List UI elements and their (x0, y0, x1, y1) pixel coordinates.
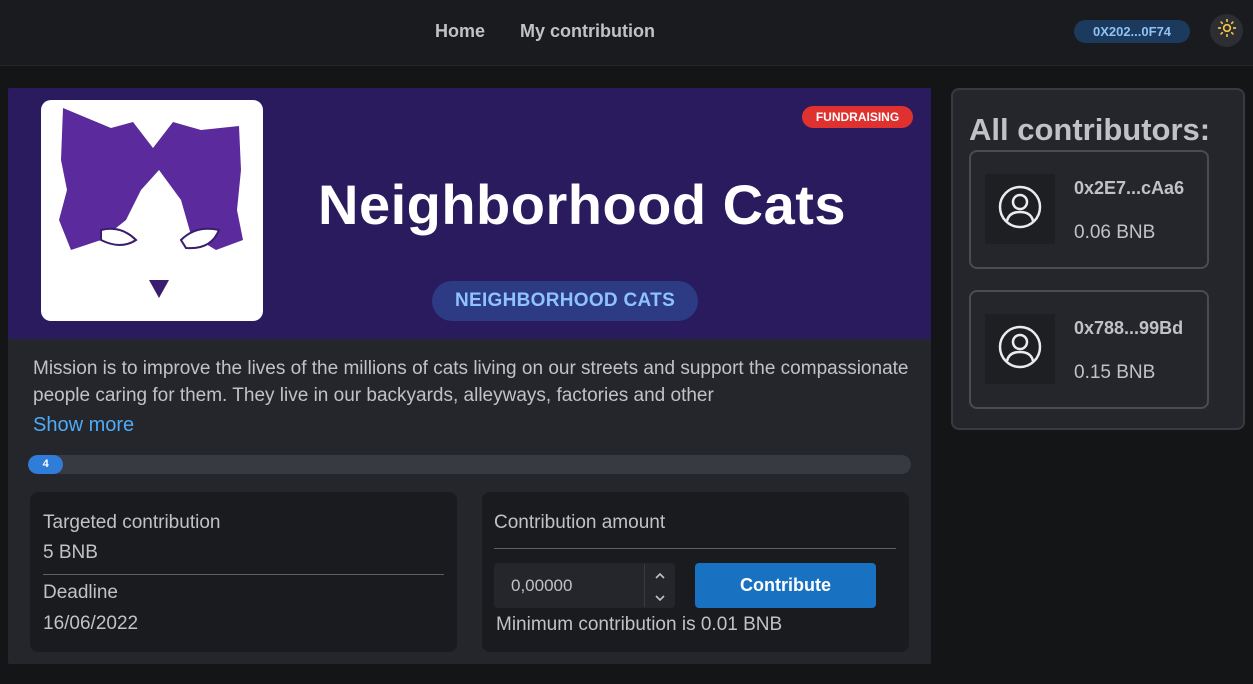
contributors-title: All contributors: (969, 112, 1211, 147)
contribute-divider (494, 548, 896, 549)
contributor-card[interactable]: 0x788...99Bd 0.15 BNB (969, 290, 1209, 409)
avatar (985, 174, 1055, 244)
contributor-amount: 0.15 BNB (1074, 362, 1156, 383)
banner-title: Neighborhood Cats (318, 173, 847, 236)
progress-fill: 4 (28, 455, 64, 474)
top-navbar: Home My contribution 0X202...0F74 (0, 0, 1253, 66)
nav-home-link[interactable]: Home (435, 21, 485, 42)
cat-logo-image (41, 100, 263, 321)
contribute-button[interactable]: Contribute (695, 563, 876, 608)
targeted-contribution-value: 5 BNB (43, 542, 98, 563)
contribution-amount-label: Contribution amount (494, 512, 666, 533)
targeted-contribution-label: Targeted contribution (43, 512, 221, 533)
avatar (985, 314, 1055, 384)
campaign-info-panel: Targeted contribution 5 BNB Deadline 16/… (30, 492, 457, 652)
contributor-card[interactable]: 0x2E7...cAa6 0.06 BNB (969, 150, 1209, 269)
wallet-address-button[interactable]: 0X202...0F74 (1074, 20, 1190, 43)
contributors-panel: All contributors: 0x2E7...cAa6 0.06 BNB (951, 88, 1245, 430)
status-badge: FUNDRAISING (802, 106, 913, 128)
deadline-label: Deadline (43, 582, 118, 603)
campaign-banner: Neighborhood Cats NEIGHBORHOOD CATS FUND… (8, 88, 931, 339)
nav-my-contribution-link[interactable]: My contribution (520, 21, 655, 42)
deadline-value: 16/06/2022 (43, 613, 139, 634)
sun-icon (1217, 18, 1237, 43)
funding-progress-bar: 4 (28, 455, 911, 474)
campaign-name-pill: NEIGHBORHOOD CATS (432, 281, 698, 321)
amount-stepper (644, 564, 674, 607)
theme-toggle-button[interactable] (1210, 14, 1243, 47)
show-more-link[interactable]: Show more (33, 414, 134, 437)
minimum-contribution-note: Minimum contribution is 0.01 BNB (496, 614, 783, 635)
increment-button[interactable] (645, 564, 675, 585)
campaign-card: Neighborhood Cats NEIGHBORHOOD CATS FUND… (8, 88, 931, 664)
info-divider (43, 574, 444, 575)
user-avatar-icon (997, 184, 1043, 235)
user-avatar-icon (997, 324, 1043, 375)
contributor-address: 0x788...99Bd (1074, 318, 1184, 338)
contributor-address: 0x2E7...cAa6 (1074, 178, 1185, 198)
campaign-description: Mission is to improve the lives of the m… (33, 358, 909, 406)
chevron-down-icon (655, 588, 665, 606)
contribution-amount-input[interactable] (495, 564, 645, 607)
contributor-amount: 0.06 BNB (1074, 222, 1156, 243)
decrement-button[interactable] (645, 586, 675, 607)
chevron-up-icon (655, 566, 665, 584)
contribution-amount-field (494, 563, 675, 608)
contribute-panel: Contribution amount Contribute Minimum c… (482, 492, 909, 652)
